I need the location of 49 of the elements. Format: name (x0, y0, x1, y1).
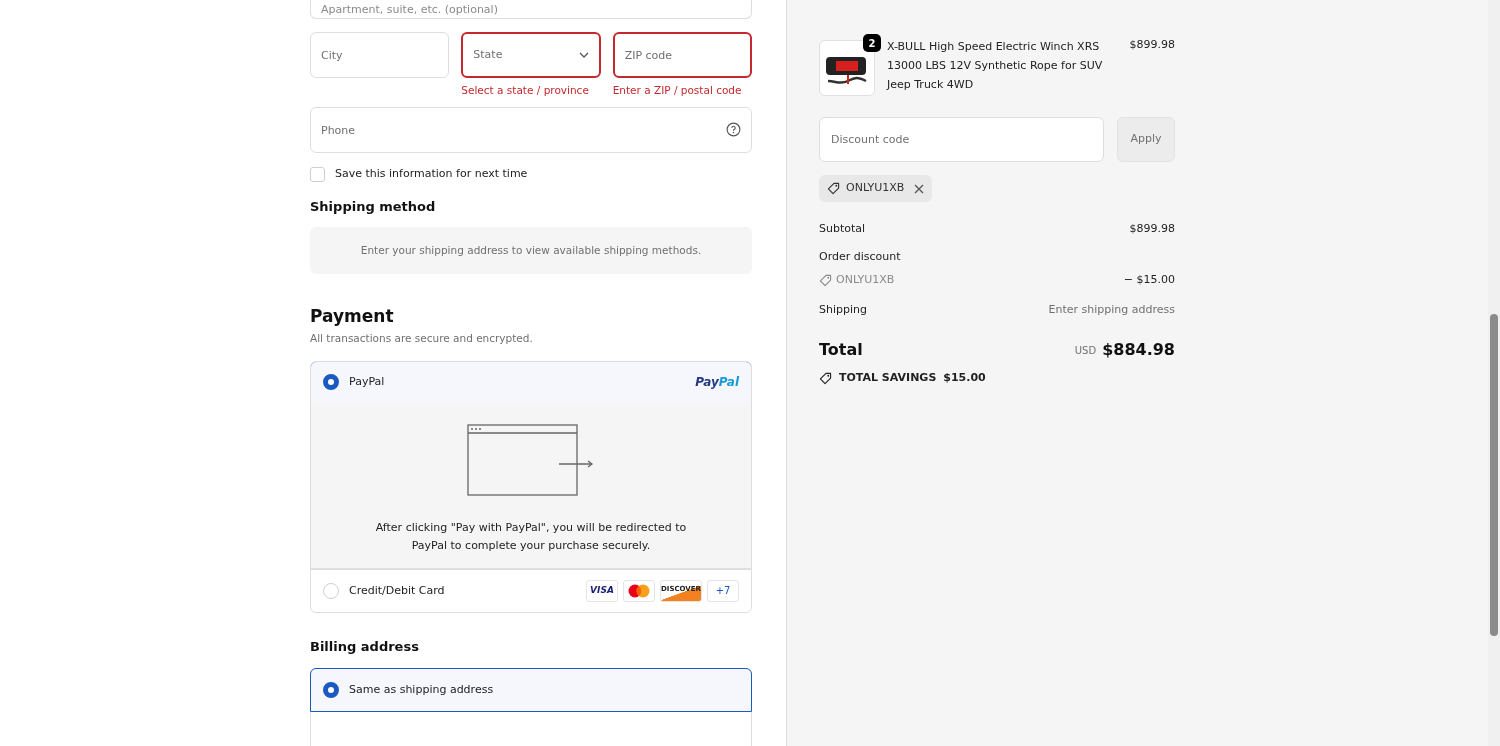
summary-value: − $15.00 (1123, 272, 1175, 288)
more-cards-badge: +7 (707, 579, 739, 602)
currency-code: USD (1074, 343, 1097, 358)
scrollbar-thumb[interactable] (1490, 314, 1498, 636)
phone-field[interactable]: Phone (310, 107, 752, 154)
quantity-badge: 2 (863, 34, 881, 52)
summary-label: Order discount (819, 248, 901, 265)
help-icon[interactable] (726, 122, 741, 138)
tags-icon (819, 371, 832, 385)
input-field[interactable]: ZIP code (612, 32, 752, 79)
summary-label: Subtotal (819, 221, 866, 237)
summary-value: Enter shipping address (1048, 301, 1175, 318)
discount-code-field[interactable]: Discount code (819, 117, 1104, 162)
shipping-notice: Enter your shipping address to view available shipping methods. (310, 227, 752, 274)
chevron-down-icon (578, 52, 589, 59)
summary-value: $899.98 (1129, 221, 1175, 237)
address-field[interactable]: Apartment, suite, etc. (optional) (310, 0, 752, 20)
close-icon[interactable] (914, 183, 925, 194)
section-heading: Payment (310, 304, 395, 328)
total-value: $884.98 (1102, 339, 1175, 361)
radio-button[interactable] (323, 374, 339, 391)
checkbox-label: Save this information for next time (335, 166, 528, 183)
radio-button[interactable] (323, 682, 339, 699)
section-heading: Billing address (310, 637, 420, 656)
total-label: Total (819, 339, 863, 361)
paypal-logo: PayPal (695, 374, 739, 392)
error-message: Enter a ZIP / postal code (612, 83, 743, 99)
payment-option[interactable]: PayPal PayPal (311, 362, 751, 404)
tag-icon (827, 182, 840, 195)
discount-code-label: ONLYU1XB (836, 272, 895, 288)
error-message: Select a state / province (461, 83, 590, 99)
section-subtitle: All transactions are secure and encrypted. (310, 331, 534, 347)
section-heading: Shipping method (310, 197, 437, 216)
savings-value: $15.00 (943, 370, 986, 386)
savings-label: TOTAL SAVINGS (839, 370, 937, 386)
scrollbar[interactable] (1488, 0, 1500, 746)
summary-label: Shipping (819, 301, 867, 318)
checkbox[interactable] (310, 166, 325, 182)
billing-option[interactable]: Same as shipping address (310, 668, 752, 713)
apply-button[interactable]: Apply (1117, 117, 1175, 162)
card-brand-logo: VISA (586, 579, 618, 602)
browser-redirect-icon (467, 423, 595, 497)
redirect-notice: After clicking "Pay with PayPal", you will be redirected to PayPal to complete your purchase securely. (374, 519, 688, 554)
tag-icon (819, 273, 832, 287)
applied-discount-tag: ONLYU1XB (819, 175, 933, 202)
state-select[interactable]: State (461, 32, 601, 79)
mastercard-logo (623, 579, 655, 602)
product-price: $899.98 (1129, 37, 1175, 53)
product-name: X-BULL High Speed Electric Winch XRS 13000 LBS 12V Synthetic Rope for SUV Jeep Truck 4WD (887, 39, 1104, 93)
